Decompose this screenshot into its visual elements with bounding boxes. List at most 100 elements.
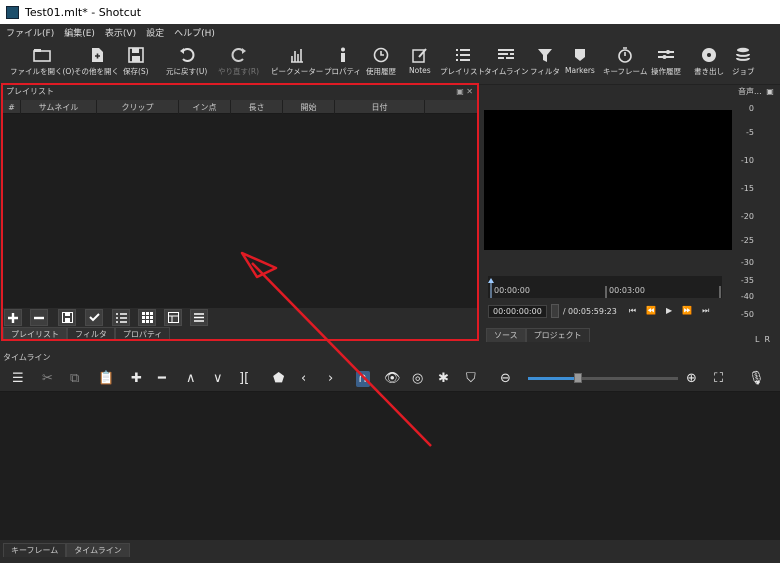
notes-icon bbox=[412, 44, 428, 66]
column-clip[interactable]: クリップ bbox=[97, 100, 179, 114]
zoom-in-icon[interactable]: ⊕ bbox=[686, 371, 697, 387]
markers-button[interactable]: Markers bbox=[565, 44, 595, 75]
tab-properties[interactable]: プロパティ bbox=[114, 327, 171, 341]
timecode-spinner[interactable] bbox=[550, 304, 559, 318]
ripple-delete-icon[interactable]: ━ bbox=[158, 371, 166, 387]
playlist-details-view-button[interactable] bbox=[112, 309, 130, 326]
playlist-button[interactable]: プレイリスト bbox=[440, 44, 485, 77]
skip-next-icon[interactable]: ⏭ bbox=[702, 306, 709, 316]
scrub-tick-start: 00:00:00 bbox=[494, 286, 530, 295]
marker-icon bbox=[574, 44, 586, 66]
column-start[interactable]: 開始 bbox=[283, 100, 335, 114]
paste-icon[interactable]: 📋 bbox=[98, 371, 114, 387]
tab-playlist[interactable]: プレイリスト bbox=[3, 327, 67, 341]
column-thumbnail[interactable]: サムネイル bbox=[21, 100, 97, 114]
record-audio-icon[interactable]: 🎙 bbox=[748, 371, 765, 387]
redo-button[interactable]: やり直す(R) bbox=[218, 44, 259, 77]
column-date[interactable]: 日付 bbox=[335, 100, 425, 114]
peak-meter-button[interactable]: ピークメーター bbox=[271, 44, 323, 77]
menu-file[interactable]: ファイル(F) bbox=[6, 26, 54, 39]
scrub-while-dragging-icon[interactable]: 👁 bbox=[384, 371, 401, 387]
stopwatch-icon bbox=[617, 44, 633, 66]
keyframes-button[interactable]: キーフレーム bbox=[603, 44, 647, 77]
scrubber-bar[interactable]: 00:00:00 00:03:00 bbox=[488, 276, 722, 298]
snap-magnet-icon[interactable]: ∩ bbox=[356, 371, 370, 387]
zoom-out-icon[interactable]: ⊖ bbox=[500, 371, 511, 387]
zoom-slider[interactable] bbox=[528, 373, 678, 383]
meter-level: -40 bbox=[740, 292, 754, 301]
menu-view[interactable]: 表示(V) bbox=[105, 26, 136, 39]
rewind-icon[interactable]: ⏪ bbox=[646, 306, 656, 316]
meter-level: -50 bbox=[740, 310, 754, 319]
playlist-tiles-view-button[interactable] bbox=[138, 309, 156, 326]
skip-previous-icon[interactable]: ⏮ bbox=[629, 306, 636, 316]
jobs-stack-icon bbox=[735, 44, 751, 66]
details-view-icon bbox=[115, 312, 127, 323]
open-other-button[interactable]: その他を開く bbox=[74, 44, 119, 77]
overwrite-icon[interactable]: ∨ bbox=[213, 371, 223, 387]
playlist-check-button[interactable] bbox=[85, 309, 103, 326]
lift-icon[interactable]: ∧ bbox=[186, 371, 196, 387]
column-in-point[interactable]: イン点 bbox=[179, 100, 231, 114]
append-icon[interactable]: ✚ bbox=[131, 371, 142, 387]
meter-level: -25 bbox=[740, 236, 754, 245]
cut-icon[interactable]: ✂ bbox=[42, 371, 53, 387]
shotcut-app-icon bbox=[6, 5, 19, 19]
playlist-add-button[interactable] bbox=[4, 309, 22, 326]
menu-edit[interactable]: 編集(E) bbox=[64, 26, 95, 39]
playlist-remove-button[interactable] bbox=[30, 309, 48, 326]
previous-marker-icon[interactable]: ‹ bbox=[301, 371, 306, 387]
video-preview[interactable] bbox=[484, 110, 732, 250]
meter-level: -35 bbox=[740, 276, 754, 285]
column-number[interactable]: # bbox=[3, 100, 21, 114]
meter-level: 0 bbox=[748, 104, 754, 113]
save-button[interactable]: 保存(S) bbox=[123, 44, 149, 77]
undo-button[interactable]: 元に戻す(U) bbox=[166, 44, 207, 77]
menu-help[interactable]: ヘルプ(H) bbox=[174, 26, 215, 39]
timeline-track-area[interactable] bbox=[0, 392, 780, 540]
jobs-button[interactable]: ジョブ bbox=[732, 44, 755, 77]
add-marker-icon[interactable]: ⬟ bbox=[273, 371, 284, 387]
playlist-update-button[interactable] bbox=[58, 309, 76, 326]
recent-button[interactable]: 使用履歴 bbox=[366, 44, 396, 77]
tab-timeline[interactable]: タイムライン bbox=[66, 543, 130, 557]
tab-source[interactable]: ソース bbox=[486, 328, 526, 342]
status-bar bbox=[0, 559, 780, 563]
peak-meter-icon bbox=[289, 44, 305, 66]
export-button[interactable]: 書き出し bbox=[694, 44, 724, 77]
info-icon bbox=[338, 44, 348, 66]
zoom-fit-icon[interactable]: ⛶ bbox=[714, 371, 723, 387]
dock-float-close-icon[interactable]: ▣ ✕ bbox=[456, 87, 473, 96]
tab-filters[interactable]: フィルタ bbox=[67, 327, 115, 341]
playlist-list-area[interactable] bbox=[3, 114, 477, 308]
meter-level: -10 bbox=[740, 156, 754, 165]
column-duration[interactable]: 長さ bbox=[231, 100, 283, 114]
fast-forward-icon[interactable]: ⏩ bbox=[682, 306, 692, 316]
properties-button[interactable]: プロパティ bbox=[324, 44, 361, 77]
timeline-menu-icon[interactable]: ☰ bbox=[12, 371, 24, 387]
menu-settings[interactable]: 設定 bbox=[146, 26, 164, 39]
notes-button[interactable]: Notes bbox=[409, 44, 431, 75]
timecode-input[interactable]: 00:00:00:00 bbox=[488, 304, 547, 318]
timeline-button[interactable]: タイムライン bbox=[484, 44, 528, 77]
playlist-menu-button[interactable] bbox=[190, 309, 208, 326]
open-file-button[interactable]: ファイルを開く(O) bbox=[10, 44, 74, 77]
tab-project[interactable]: プロジェクト bbox=[525, 328, 590, 342]
dock-float-icon[interactable]: ▣ bbox=[766, 87, 774, 96]
tab-keyframes[interactable]: キーフレーム bbox=[3, 543, 67, 557]
copy-icon[interactable]: ⧉ bbox=[70, 371, 79, 387]
ripple-all-tracks-icon[interactable]: ✱ bbox=[438, 371, 449, 387]
list-icon bbox=[455, 44, 471, 66]
filters-button[interactable]: フィルタ bbox=[530, 44, 560, 77]
history-button[interactable]: 操作履歴 bbox=[651, 44, 681, 77]
audio-meter-title: 音声... ▣ bbox=[738, 87, 774, 96]
zoom-slider-handle[interactable] bbox=[573, 373, 582, 383]
ripple-markers-icon[interactable]: ⛉ bbox=[466, 371, 476, 387]
play-icon[interactable]: ▶ bbox=[666, 306, 672, 316]
split-icon[interactable]: ][ bbox=[239, 371, 249, 387]
next-marker-icon[interactable]: › bbox=[328, 371, 333, 387]
ripple-icon[interactable]: ◎ bbox=[412, 371, 423, 387]
playlist-icons-view-button[interactable] bbox=[164, 309, 182, 326]
main-toolbar: ファイルを開く(O) その他を開く 保存(S) 元に戻す(U) やり直す(R) … bbox=[0, 41, 780, 85]
folder-icon bbox=[33, 44, 51, 66]
